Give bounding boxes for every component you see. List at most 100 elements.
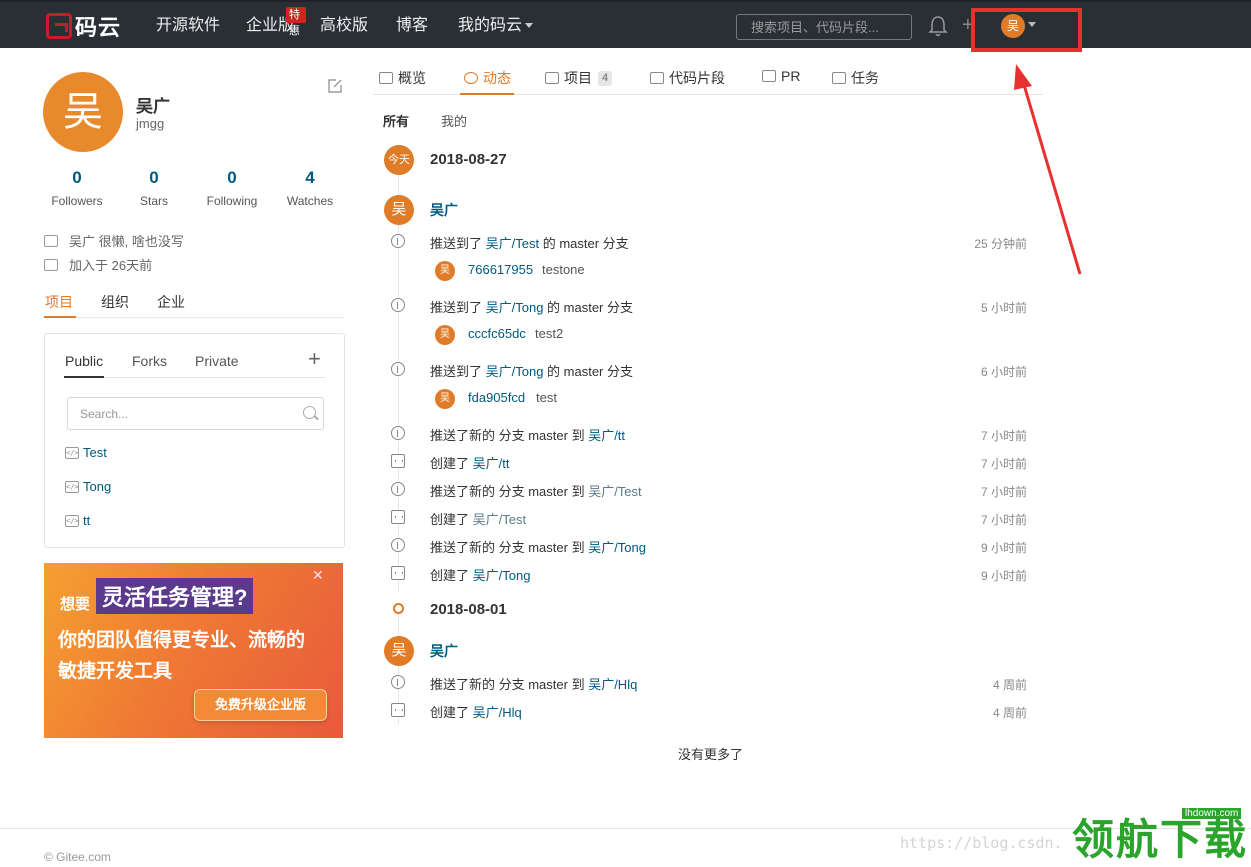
user-avatar[interactable]: 吴 <box>384 636 414 666</box>
stat-number: 4 <box>305 168 315 187</box>
filter-mine[interactable]: 我的 <box>441 111 467 130</box>
tab-activity[interactable]: 动态 <box>464 68 511 88</box>
push-icon <box>391 482 405 496</box>
search-input[interactable] <box>736 14 912 40</box>
event-prefix: 创建了 <box>430 456 473 471</box>
repo-link[interactable]: 吴广/Test <box>473 512 526 527</box>
event-prefix: 创建了 <box>430 512 473 527</box>
commit-avatar: 吴 <box>435 389 455 409</box>
repo-link[interactable]: 吴广/Hlq <box>588 677 637 692</box>
event-time: 4 周前 <box>992 678 1027 692</box>
push-icon <box>391 298 405 312</box>
repo-link[interactable]: 吴广/tt <box>473 456 510 471</box>
event-suffix: 的 master 分支 <box>543 364 634 379</box>
profile-bio: 吴广 很懒, 啥也没写 <box>44 231 184 250</box>
commit-sha-link[interactable]: cccfc65dc <box>468 326 526 341</box>
nav-blog[interactable]: 博客 <box>396 2 428 50</box>
tab-projects[interactable]: 项目 <box>45 292 73 312</box>
tab-snippets[interactable]: 代码片段 <box>650 68 725 88</box>
event-text: 推送了新的 分支 master 到 吴广/Tong <box>430 537 646 556</box>
event-time: 7 小时前 <box>980 457 1027 471</box>
joined-text: 加入于 26天前 <box>69 258 153 273</box>
commit-avatar: 吴 <box>435 325 455 345</box>
code-icon <box>379 72 393 84</box>
stat-followers[interactable]: 0 Followers <box>38 168 116 208</box>
commit-sha-link[interactable]: fda905fcd <box>468 390 525 405</box>
logo[interactable]: 码云 <box>46 12 121 40</box>
tab-public[interactable]: Public <box>65 353 103 369</box>
repo-link[interactable]: 吴广/Tong <box>473 568 531 583</box>
nav-my-gitee[interactable]: 我的码云 <box>458 2 534 50</box>
create-repo-icon <box>391 566 405 580</box>
event-text: 推送了新的 分支 master 到 吴广/Hlq <box>430 674 637 693</box>
tab-projects[interactable]: 项目 4 <box>545 68 613 88</box>
tab-forks[interactable]: Forks <box>132 353 167 369</box>
event-time: 7 小时前 <box>980 429 1027 443</box>
add-project-icon[interactable]: + <box>308 348 321 370</box>
repo-item-test[interactable]: </> Test <box>65 445 107 460</box>
repo-item-tong[interactable]: </> Tong <box>65 479 111 494</box>
profile-name: 吴广 <box>136 97 170 116</box>
tab-private[interactable]: Private <box>195 353 239 369</box>
repo-item-tt[interactable]: </> tt <box>65 513 90 528</box>
repo-link[interactable]: 吴广/Tong <box>486 364 544 379</box>
event-suffix: 的 master 分支 <box>539 236 629 251</box>
user-avatar[interactable]: 吴 <box>384 195 414 225</box>
repo-link[interactable]: 吴广/Test <box>486 236 539 251</box>
repo-link[interactable]: 吴广/Hlq <box>473 705 522 720</box>
promo-line-2: 敏捷开发工具 <box>58 661 173 682</box>
push-icon <box>391 234 405 248</box>
nav-my-gitee-label: 我的码云 <box>458 17 523 34</box>
commit-sha-link[interactable]: 766617955 <box>468 262 533 277</box>
tab-tasks[interactable]: 任务 <box>832 68 879 88</box>
create-repo-icon <box>391 510 405 524</box>
date-heading: 2018-08-01 <box>430 601 507 618</box>
edit-icon[interactable] <box>327 78 343 94</box>
nav-badge: 特惠 <box>286 7 306 37</box>
upgrade-button[interactable]: 免费升级企业版 <box>194 689 327 721</box>
promo-banner[interactable]: ✕ 想要 灵活任务管理? 你的团队值得更专业、流畅的 敏捷开发工具 免费升级企业… <box>44 563 343 738</box>
stat-watches[interactable]: 4 Watches <box>271 168 349 208</box>
repo-link[interactable]: 吴广/Tong <box>588 540 646 555</box>
user-name[interactable]: 吴广 <box>430 641 458 661</box>
push-icon <box>391 426 405 440</box>
stat-stars[interactable]: 0 Stars <box>115 168 193 208</box>
repo-link[interactable]: 吴广/Tong <box>486 300 544 315</box>
active-tab-indicator <box>460 93 514 95</box>
nav-enterprise[interactable]: 企业版 特惠 <box>246 2 306 50</box>
bio-text: 吴广 很懒, 啥也没写 <box>69 234 184 249</box>
tab-overview[interactable]: 概览 <box>379 68 426 88</box>
event-text: 创建了 吴广/tt <box>430 453 509 472</box>
promo-line-1: 你的团队值得更专业、流畅的 <box>58 630 306 651</box>
repo-link[interactable]: 吴广/tt <box>588 428 625 443</box>
nav-university[interactable]: 高校版 <box>320 2 368 50</box>
event-time: 7 小时前 <box>980 513 1027 527</box>
count-badge: 4 <box>598 70 613 86</box>
tab-label: 动态 <box>483 70 511 86</box>
user-name[interactable]: 吴广 <box>430 200 458 220</box>
stat-following[interactable]: 0 Following <box>193 168 271 208</box>
calendar-icon <box>44 258 58 271</box>
repo-name: tt <box>83 513 91 528</box>
no-more-text: 没有更多了 <box>678 747 744 762</box>
bell-icon[interactable] <box>928 14 948 38</box>
promo-small-text: 想要 <box>60 596 91 613</box>
project-search-input[interactable] <box>67 397 324 430</box>
filter-all[interactable]: 所有 <box>383 111 409 130</box>
push-icon <box>391 362 405 376</box>
projects-panel: Public Forks Private + </> Test </> Tong… <box>44 333 345 548</box>
stat-number: 0 <box>72 168 82 187</box>
repo-link[interactable]: 吴广/Test <box>588 484 641 499</box>
id-card-icon <box>44 234 58 247</box>
tab-organizations[interactable]: 组织 <box>101 292 129 312</box>
tab-enterprises[interactable]: 企业 <box>157 292 185 312</box>
decor-x-icon: ✕ <box>312 567 324 583</box>
event-text: 创建了 吴广/Tong <box>430 565 530 584</box>
tab-pr[interactable]: PR <box>762 68 800 84</box>
search-icon[interactable] <box>303 406 316 419</box>
pulse-icon <box>464 72 478 84</box>
folder-icon <box>545 72 559 84</box>
event-text: 创建了 吴广/Hlq <box>430 702 522 721</box>
nav-open-source[interactable]: 开源软件 <box>156 2 220 50</box>
event-time: 9 小时前 <box>980 569 1027 583</box>
